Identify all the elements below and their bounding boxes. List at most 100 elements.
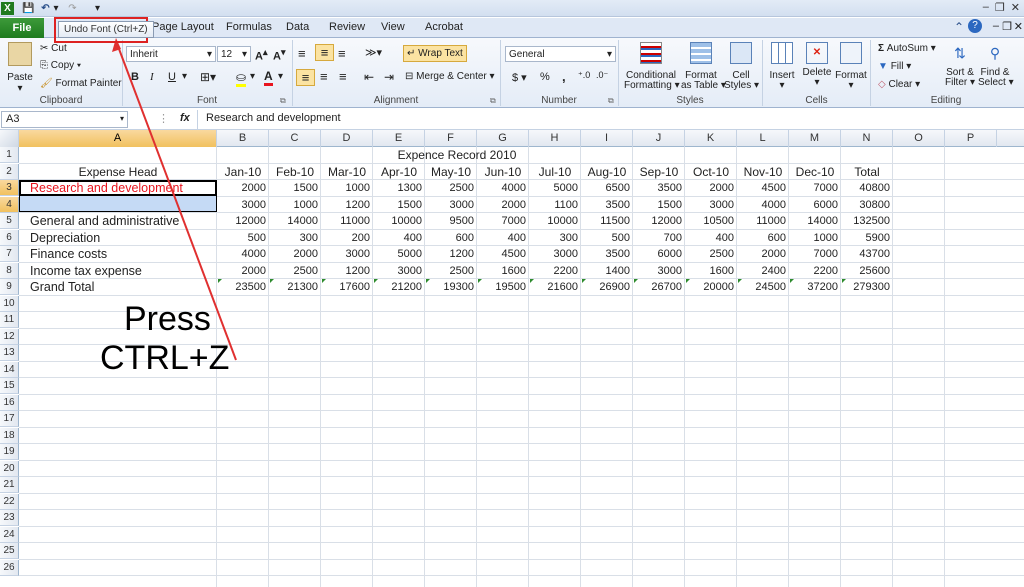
value-cell[interactable]: 21200 [373,279,425,295]
customize-qat-icon[interactable]: ▾ [93,2,102,15]
value-cell[interactable]: 1600 [477,263,529,279]
top-align-icon[interactable]: ≡ [298,46,306,61]
value-cell[interactable]: 1000 [789,230,841,246]
row-header-13[interactable]: 13 [0,345,19,361]
row-header-18[interactable]: 18 [0,427,19,444]
column-header-c[interactable]: C [269,130,321,147]
value-cell[interactable]: 2000 [217,180,269,196]
column-header-d[interactable]: D [321,130,373,147]
font-color-button[interactable]: A [264,69,273,86]
name-box-dropdown-icon[interactable]: ▾ [120,114,124,123]
value-cell[interactable]: 10500 [685,213,737,229]
underline-dropdown-icon[interactable]: ▾ [182,71,187,82]
row-header-19[interactable]: 19 [0,444,19,460]
value-cell[interactable]: 600 [425,230,477,246]
column-header-g[interactable]: G [477,130,529,147]
value-cell[interactable]: 11500 [581,213,633,229]
value-cell[interactable]: 24500 [737,279,789,295]
close-icon[interactable]: ✕ [1011,1,1020,14]
currency-button[interactable]: $ ▾ [512,71,527,84]
row-header-26[interactable]: 26 [0,559,19,576]
align-right-icon[interactable]: ≡ [339,69,347,84]
sheet-title-cell[interactable]: Expence Record 2010 [375,147,539,163]
tab-formulas[interactable]: Formulas [226,21,272,33]
value-cell[interactable]: 3000 [685,197,737,213]
number-format-select[interactable]: General ▾ [505,46,616,62]
value-cell[interactable]: 4500 [477,246,529,262]
value-cell[interactable]: 10000 [529,213,581,229]
undo-icon[interactable]: ↶ [39,2,52,15]
header-cell[interactable]: Nov-10 [737,164,789,180]
header-cell[interactable]: May-10 [425,164,477,180]
value-cell[interactable]: 1000 [321,180,373,196]
value-cell[interactable]: 1200 [321,263,373,279]
header-cell[interactable]: Aug-10 [581,164,633,180]
font-dialog-launcher-icon[interactable]: ⧉ [280,96,286,106]
value-cell[interactable]: 279300 [841,279,893,295]
number-dialog-launcher-icon[interactable]: ⧉ [608,96,614,106]
value-cell[interactable]: 3000 [633,263,685,279]
column-header-h[interactable]: H [529,130,581,147]
workbook-minimize-icon[interactable]: – [993,20,999,32]
row-header-22[interactable]: 22 [0,493,19,510]
find-select-button[interactable]: ⚲ Find & Select ▾ [978,42,1014,88]
column-header-o[interactable]: O [893,130,945,147]
value-cell[interactable]: 3500 [581,246,633,262]
name-box[interactable]: A3 [1,111,128,128]
value-cell[interactable]: 19500 [477,279,529,295]
value-cell[interactable]: 26900 [581,279,633,295]
header-cell[interactable]: Apr-10 [373,164,425,180]
value-cell[interactable]: 11000 [321,213,373,229]
value-cell[interactable]: 600 [737,230,789,246]
value-cell[interactable]: 2000 [217,263,269,279]
value-cell[interactable]: 6000 [633,246,685,262]
align-center-icon[interactable]: ≡ [320,69,328,84]
font-size-select[interactable]: 12 ▾ [217,46,251,62]
value-cell[interactable]: 37200 [789,279,841,295]
value-cell[interactable]: 3000 [373,263,425,279]
column-header-n[interactable]: N [841,130,893,147]
value-cell[interactable]: 21600 [529,279,581,295]
column-header-b[interactable]: B [217,130,269,147]
delete-cells-button[interactable]: ✕ Delete ▾ [801,42,833,88]
row-header-7[interactable]: 7 [0,246,19,262]
format-painter-button[interactable]: 🖌 Format Painter [40,78,122,89]
value-cell[interactable]: 4500 [737,180,789,196]
value-cell[interactable]: 6500 [581,180,633,196]
expense-label-cell[interactable]: Depreciation [19,230,217,246]
value-cell[interactable]: 30800 [841,197,893,213]
value-cell[interactable]: 300 [269,230,321,246]
tab-page-layout[interactable]: Page Layout [152,21,214,33]
value-cell[interactable]: 5000 [373,246,425,262]
row-header-23[interactable]: 23 [0,510,19,526]
value-cell[interactable]: 3000 [217,197,269,213]
value-cell[interactable]: 3000 [425,197,477,213]
fill-color-button[interactable]: ⛀ [236,70,247,87]
row-header-3[interactable]: 3 [0,180,19,196]
redo-icon[interactable]: ↷ [66,2,79,15]
value-cell[interactable]: 1500 [269,180,321,196]
paste-button[interactable]: Paste ▾ [6,42,34,94]
restore-icon[interactable]: ❐ [995,1,1005,14]
value-cell[interactable]: 3000 [529,246,581,262]
value-cell[interactable]: 1200 [425,246,477,262]
autosum-button[interactable]: Σ AutoSum ▾ [878,43,936,54]
value-cell[interactable]: 1500 [373,197,425,213]
value-cell[interactable]: 5000 [529,180,581,196]
insert-cells-button[interactable]: Insert ▾ [767,42,797,91]
comma-button[interactable]: , [562,69,566,84]
merge-center-button[interactable]: ⊟ Merge & Center ▾ [405,71,495,82]
header-cell[interactable]: Feb-10 [269,164,321,180]
bold-button[interactable]: B [131,71,139,83]
header-cell[interactable]: Dec-10 [789,164,841,180]
increase-decimal-icon[interactable]: ⁺.0 [578,70,590,81]
underline-button[interactable]: U [168,71,176,83]
value-cell[interactable]: 7000 [789,180,841,196]
percent-button[interactable]: % [540,71,550,83]
value-cell[interactable]: 9500 [425,213,477,229]
row-header-9[interactable]: 9 [0,279,19,295]
value-cell[interactable]: 2000 [477,197,529,213]
borders-button[interactable]: ⊞▾ [200,70,216,84]
font-color-dropdown-icon[interactable]: ▾ [278,71,283,82]
align-left-icon[interactable]: ≡ [296,69,315,86]
